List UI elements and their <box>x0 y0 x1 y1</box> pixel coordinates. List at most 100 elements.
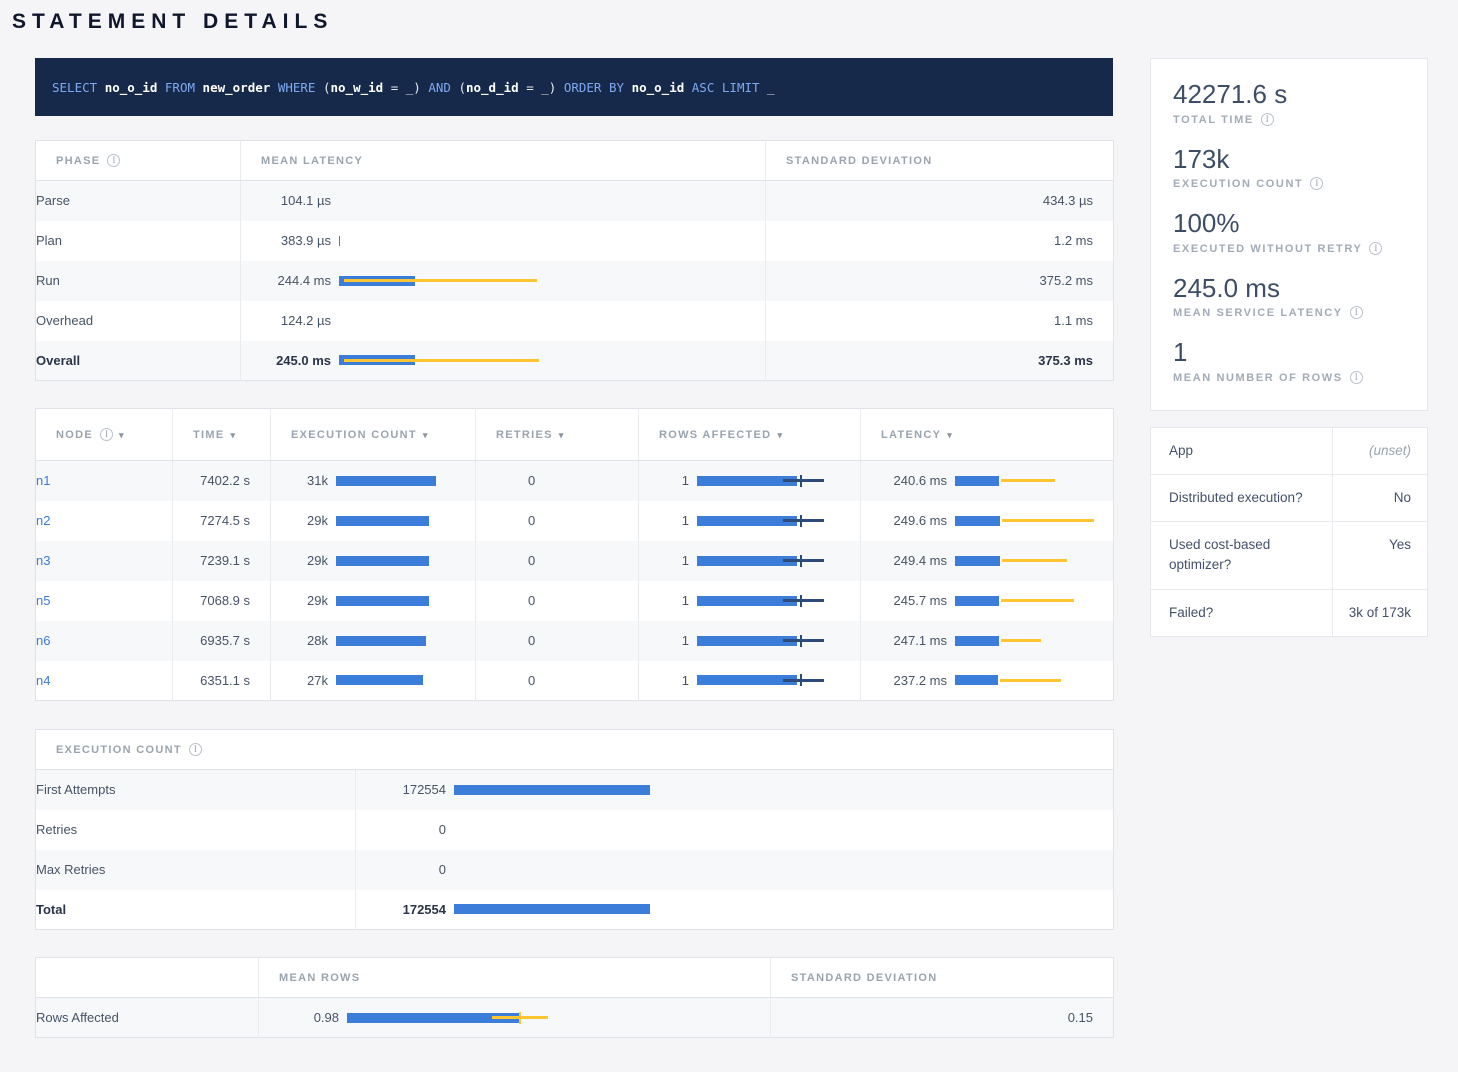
cell-value: 1 <box>639 593 689 608</box>
mean-bar <box>336 476 436 486</box>
stat-value: 42271.6 s <box>1173 78 1405 111</box>
rows-affected-header-row: MEAN ROWS STANDARD DEVIATION <box>36 958 1114 998</box>
info-icon[interactable]: i <box>100 428 113 441</box>
bar-chart <box>955 594 1114 608</box>
sort-desc-icon[interactable]: ▾ <box>230 430 235 440</box>
sort-desc-icon[interactable]: ▾ <box>119 430 124 440</box>
mean-bar <box>336 596 429 606</box>
info-icon[interactable]: i <box>189 743 202 756</box>
execution-count-cell: 28k <box>271 621 476 661</box>
detail-row: App(unset) <box>1151 428 1427 475</box>
cell-value: 29k <box>271 593 328 608</box>
column-header-blank <box>36 958 259 998</box>
node-link[interactable]: n1 <box>36 473 50 488</box>
value-with-bar: 28k <box>271 621 475 661</box>
stat-value: 245.0 ms <box>1173 272 1405 305</box>
phase-name: Overhead <box>36 301 241 341</box>
sql-token: = _) <box>383 80 428 95</box>
mean-bar <box>955 675 998 685</box>
stddev-whisker <box>1002 559 1067 562</box>
bar-chart <box>697 673 857 687</box>
node-link[interactable]: n4 <box>36 673 50 688</box>
phase-name: Plan <box>36 221 241 261</box>
info-icon[interactable]: i <box>107 154 120 167</box>
rows-affected-cell: 1 <box>639 661 861 701</box>
node-link[interactable]: n3 <box>36 553 50 568</box>
column-header-label: STANDARD DEVIATION <box>786 155 932 167</box>
column-header-rows-affected[interactable]: ROWS AFFECTED▾ <box>639 409 861 461</box>
cell-value: 1 <box>639 513 689 528</box>
column-header-node[interactable]: NODE i ▾ <box>36 409 173 461</box>
value-with-bar: 247.1 ms <box>861 621 1113 661</box>
bar-chart <box>339 314 759 328</box>
sort-desc-icon[interactable]: ▾ <box>777 430 782 440</box>
column-header-label: TIME <box>193 429 224 441</box>
node-link[interactable]: n5 <box>36 593 50 608</box>
bar-chart <box>336 474 476 488</box>
time-cell: 7402.2 s <box>173 461 271 501</box>
column-header-label: NODE <box>56 429 93 441</box>
column-header-latency[interactable]: LATENCY▾ <box>861 409 1114 461</box>
mean-latency-cell: 244.4 ms <box>241 261 766 301</box>
stddev-value: 1.2 ms <box>766 221 1114 261</box>
mean-bar <box>454 785 650 795</box>
stddev-value: 375.2 ms <box>766 261 1114 301</box>
mean-bar <box>336 675 423 685</box>
sql-token: FROM <box>165 80 203 95</box>
node-cell: n3 <box>36 541 173 581</box>
value-with-bar: 1 <box>639 541 860 581</box>
sort-desc-icon[interactable]: ▾ <box>947 430 952 440</box>
info-icon[interactable]: i <box>1369 242 1382 255</box>
cell-value: 1 <box>639 553 689 568</box>
info-icon[interactable]: i <box>1350 306 1363 319</box>
cell-value: 29k <box>271 553 328 568</box>
stddev-whisker <box>783 639 824 642</box>
latency-cell: 247.1 ms <box>861 621 1114 661</box>
detail-label: Used cost-based optimizer? <box>1151 522 1333 589</box>
stat-label: EXECUTION COUNTi <box>1173 177 1405 190</box>
info-icon[interactable]: i <box>1310 177 1323 190</box>
layout: SELECT no_o_id FROM new_order WHERE (no_… <box>35 58 1428 1038</box>
cell-value: 1 <box>639 473 689 488</box>
rows-affected-cell: 1 <box>639 621 861 661</box>
cell-value: 172554 <box>356 782 446 797</box>
column-header-retries[interactable]: RETRIES▾ <box>476 409 639 461</box>
mean-latency-cell: 104.1 µs <box>241 181 766 221</box>
count-cell: 172554 <box>356 890 1114 930</box>
node-cell: n5 <box>36 581 173 621</box>
retries-cell: 0 <box>476 541 639 581</box>
rows-affected-cell: 1 <box>639 461 861 501</box>
column-header-time[interactable]: TIME ▾ <box>173 409 271 461</box>
stat-label-text: EXECUTED WITHOUT RETRY <box>1173 243 1362 255</box>
execution-count-row: Max Retries0 <box>36 850 1114 890</box>
value-with-bar: 0 <box>356 810 1113 850</box>
stddev-tick <box>800 674 802 686</box>
summary-stat: 173kEXECUTION COUNTi <box>1173 134 1405 199</box>
phase-row: Plan383.9 µs1.2 ms <box>36 221 1114 261</box>
info-icon[interactable]: i <box>1350 371 1363 384</box>
bar-chart <box>697 554 857 568</box>
column-header-label: PHASE <box>56 155 100 167</box>
retries-cell: 0 <box>476 501 639 541</box>
sort-desc-icon[interactable]: ▾ <box>423 430 428 440</box>
column-header-execution-count[interactable]: EXECUTION COUNT▾ <box>271 409 476 461</box>
stddev-tick <box>800 555 802 567</box>
retries-cell: 0 <box>476 661 639 701</box>
mean-bar <box>336 636 426 646</box>
execution-count-title: EXECUTION COUNTi <box>36 730 1114 770</box>
cell-value: 124.2 µs <box>241 313 331 328</box>
row-label: Retries <box>36 810 356 850</box>
node-link[interactable]: n2 <box>36 513 50 528</box>
stddev-whisker <box>1002 519 1094 522</box>
sort-desc-icon[interactable]: ▾ <box>559 430 564 440</box>
summary-stat: 245.0 msMEAN SERVICE LATENCYi <box>1173 263 1405 328</box>
bar-chart <box>454 902 1104 916</box>
node-link[interactable]: n6 <box>36 633 50 648</box>
node-row: n46351.1 s27k01237.2 ms <box>36 661 1114 701</box>
sql-token: = _) <box>519 80 564 95</box>
value-with-bar: 245.0 ms <box>241 341 765 381</box>
sql-token: ASC <box>692 80 722 95</box>
latency-cell: 240.6 ms <box>861 461 1114 501</box>
rows-affected-cell: 1 <box>639 581 861 621</box>
info-icon[interactable]: i <box>1261 113 1274 126</box>
